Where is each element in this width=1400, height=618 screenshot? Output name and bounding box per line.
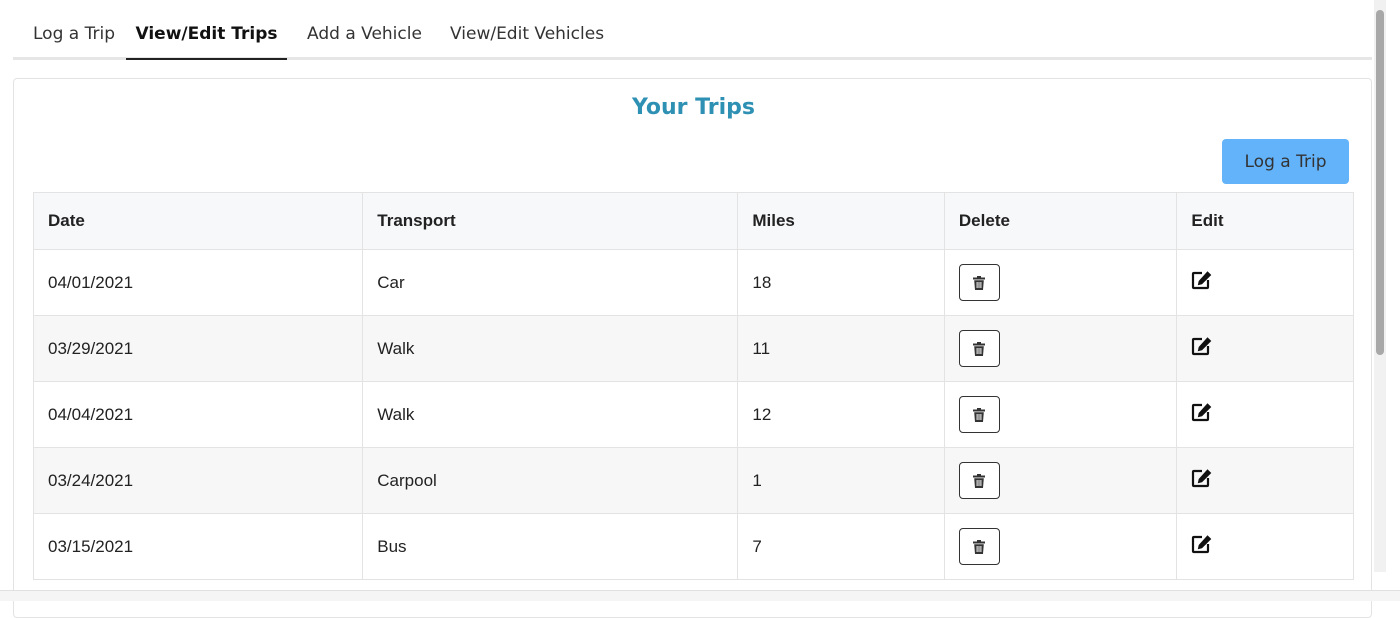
page-title: Your Trips [631, 95, 756, 120]
trips-card: Your Trips Log a Trip Date Transport Mil… [13, 78, 1372, 618]
trash-icon [973, 341, 986, 356]
cell-edit [1176, 249, 1354, 316]
trash-icon [973, 275, 986, 290]
cell-transport: Walk [362, 381, 739, 448]
table-row: 03/24/2021 Carpool 1 [32, 447, 1354, 514]
edit-button[interactable] [1191, 468, 1213, 493]
bottom-scrollbar[interactable] [0, 590, 1400, 601]
cell-date: 03/15/2021 [32, 513, 364, 580]
cell-miles: 7 [737, 513, 945, 580]
delete-button[interactable] [958, 396, 1000, 433]
cell-date: 03/29/2021 [32, 315, 364, 382]
cell-transport: Car [362, 249, 739, 316]
table-row: 03/15/2021 Bus 7 [32, 513, 1354, 580]
delete-button[interactable] [958, 330, 1000, 367]
log-trip-button[interactable]: Log a Trip [1222, 139, 1349, 184]
edit-icon [1192, 535, 1212, 554]
header-date: Date [32, 192, 364, 250]
edit-icon [1192, 337, 1212, 356]
table-row: 04/04/2021 Walk 12 [32, 381, 1354, 448]
nav-tabs: Log a Trip View/Edit Trips Add a Vehicle… [13, 0, 1372, 60]
cell-delete [943, 381, 1178, 448]
tab-add-a-vehicle[interactable]: Add a Vehicle [307, 22, 422, 60]
trash-icon [973, 407, 986, 422]
edit-icon [1192, 271, 1212, 290]
cell-date: 04/01/2021 [32, 249, 364, 316]
cell-date: 03/24/2021 [32, 447, 364, 514]
table-header-row: Date Transport Miles Delete Edit [32, 192, 1354, 250]
cell-transport: Walk [362, 315, 739, 382]
tab-view-edit-vehicles[interactable]: View/Edit Vehicles [450, 22, 604, 60]
cell-transport: Bus [362, 513, 739, 580]
cell-edit [1176, 381, 1354, 448]
edit-button[interactable] [1191, 402, 1213, 427]
cell-edit [1176, 513, 1354, 580]
cell-miles: 1 [737, 447, 945, 514]
tab-log-a-trip[interactable]: Log a Trip [33, 22, 115, 60]
header-transport: Transport [362, 192, 739, 250]
table-row: 03/29/2021 Walk 11 [32, 315, 1354, 382]
edit-button[interactable] [1191, 270, 1213, 295]
cell-edit [1176, 315, 1354, 382]
cell-delete [943, 513, 1178, 580]
scrollbar-thumb[interactable] [1376, 10, 1384, 355]
trash-icon [973, 473, 986, 488]
vertical-scrollbar[interactable] [1374, 0, 1386, 572]
edit-icon [1192, 403, 1212, 422]
cell-date: 04/04/2021 [32, 381, 364, 448]
cell-edit [1176, 447, 1354, 514]
header-miles: Miles [737, 192, 945, 250]
cell-delete [943, 447, 1178, 514]
table-row: 04/01/2021 Car 18 [32, 249, 1354, 316]
cell-miles: 12 [737, 381, 945, 448]
edit-button[interactable] [1191, 336, 1213, 361]
cell-delete [943, 249, 1178, 316]
delete-button[interactable] [958, 264, 1000, 301]
cell-miles: 18 [737, 249, 945, 316]
cell-transport: Carpool [362, 447, 739, 514]
trash-icon [973, 539, 986, 554]
cell-delete [943, 315, 1178, 382]
cell-miles: 11 [737, 315, 945, 382]
header-delete: Delete [943, 192, 1178, 250]
tab-view-edit-trips[interactable]: View/Edit Trips [126, 22, 287, 60]
edit-button[interactable] [1191, 534, 1213, 559]
edit-icon [1192, 469, 1212, 488]
header-edit: Edit [1176, 192, 1354, 250]
trips-table: Date Transport Miles Delete Edit 04/01/2… [32, 192, 1354, 580]
delete-button[interactable] [958, 528, 1000, 565]
delete-button[interactable] [958, 462, 1000, 499]
